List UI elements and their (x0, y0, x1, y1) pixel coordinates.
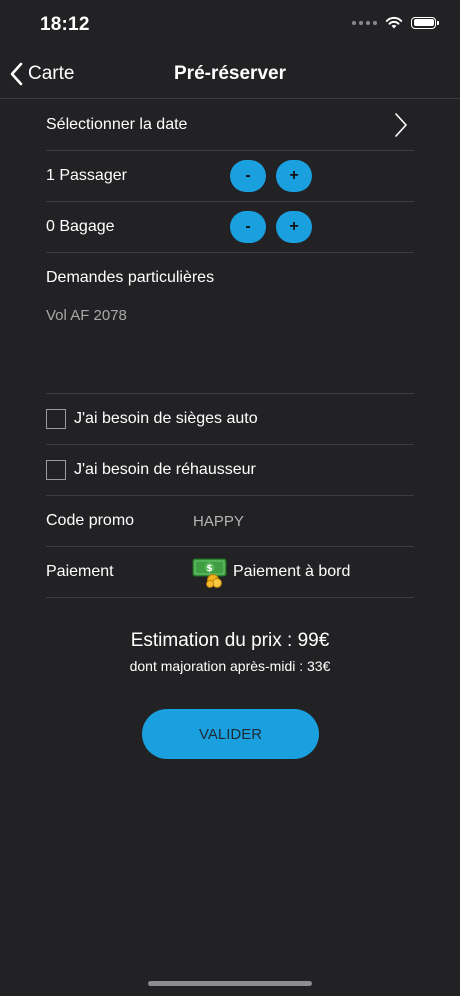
page-title: Pré-réserver (174, 63, 286, 84)
special-requests-label: Demandes particulières (46, 269, 215, 286)
payment-method[interactable]: $ Paiement à bord (192, 556, 350, 588)
luggage-row: 0 Bagage - + (46, 202, 414, 253)
payment-value: Paiement à bord (233, 563, 351, 580)
promo-label: Code promo (46, 512, 135, 529)
luggage-plus-button[interactable]: + (276, 211, 312, 243)
car-seat-row[interactable]: J'ai besoin de sièges auto (46, 394, 414, 445)
surcharge-note: dont majoration après-midi : 33€ (129, 658, 331, 674)
price-estimate: Estimation du prix : 99€ (130, 630, 330, 651)
validate-button[interactable]: VALIDER (142, 709, 319, 759)
promo-code-field[interactable]: HAPPY (193, 513, 244, 530)
booster-row[interactable]: J'ai besoin de réhausseur (46, 445, 414, 496)
money-icon: $ (192, 558, 227, 588)
booster-checkbox[interactable] (46, 460, 66, 480)
home-indicator (148, 981, 312, 986)
luggage-label: 0 Bagage (46, 218, 115, 235)
payment-row[interactable]: Paiement $ Paiement à bord (46, 547, 414, 598)
promo-row: Code promo HAPPY (46, 496, 414, 547)
car-seat-checkbox[interactable] (46, 409, 66, 429)
cellular-signal-icon (352, 20, 377, 25)
luggage-minus-button[interactable]: - (230, 211, 266, 243)
special-requests-row: Demandes particulières Vol AF 2078 (46, 253, 414, 394)
battery-icon (411, 16, 439, 29)
booster-label: J'ai besoin de réhausseur (74, 461, 256, 478)
navigation-bar: Carte Pré-réserver (0, 50, 460, 99)
booking-form: Sélectionner la date 1 Passager - + 0 Ba… (46, 100, 414, 598)
passengers-plus-button[interactable]: + (276, 160, 312, 192)
passengers-minus-button[interactable]: - (230, 160, 266, 192)
status-bar: 18:12 (0, 0, 460, 50)
car-seat-label: J'ai besoin de sièges auto (74, 410, 258, 427)
status-time: 18:12 (40, 14, 90, 35)
passengers-label: 1 Passager (46, 167, 127, 184)
wifi-icon (385, 16, 403, 29)
payment-label: Paiement (46, 563, 114, 580)
passengers-row: 1 Passager - + (46, 151, 414, 202)
special-requests-field[interactable]: Vol AF 2078 (46, 307, 127, 324)
chevron-right-icon (395, 113, 407, 137)
date-label: Sélectionner la date (46, 116, 188, 133)
svg-text:$: $ (206, 564, 212, 574)
date-row[interactable]: Sélectionner la date (46, 100, 414, 151)
status-icons (352, 16, 439, 29)
